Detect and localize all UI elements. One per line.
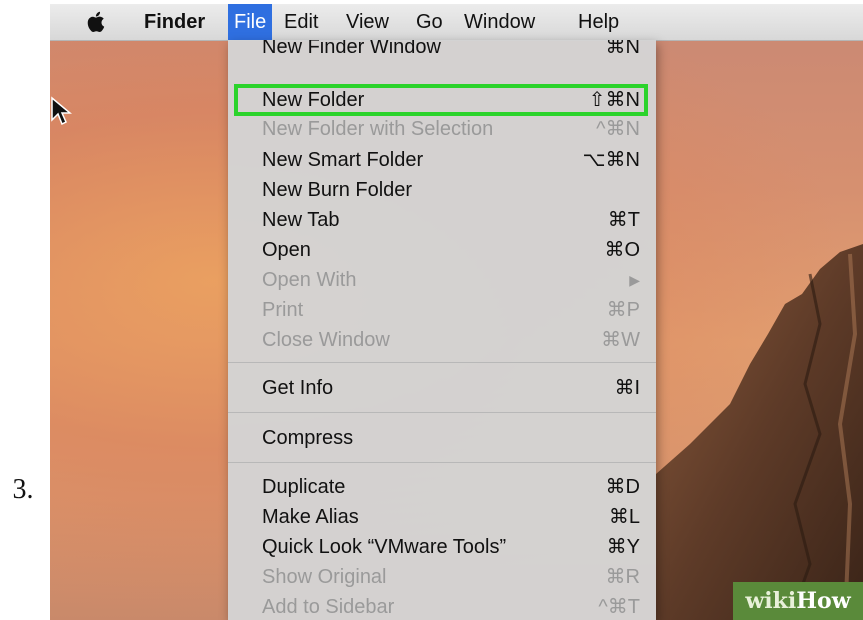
watermark-how-text: How — [796, 588, 851, 614]
watermark-wiki-text: wiki — [745, 588, 797, 614]
menu-item-shortcut: ⌘T — [607, 209, 640, 231]
menu-item-shortcut: ⌥⌘N — [582, 149, 641, 171]
wikihow-watermark: wikiHow — [733, 582, 863, 620]
menu-item-label: Quick Look “VMware Tools” — [262, 536, 507, 558]
menu-item-open-with: Open With ▶ — [228, 265, 656, 295]
menu-item-label: New Burn Folder — [262, 179, 413, 201]
menu-item-shortcut: ^⌘T — [598, 596, 640, 618]
menu-item-label: Make Alias — [262, 506, 359, 528]
menu-item-label: New Smart Folder — [262, 149, 424, 171]
menu-item-new-smart-folder[interactable]: New Smart Folder ⌥⌘N — [228, 145, 656, 175]
menu-item-label: Get Info — [262, 377, 334, 399]
mouse-pointer-icon — [51, 96, 72, 126]
menu-item-label: Add to Sidebar — [262, 596, 395, 618]
menu-item-label: Open With — [262, 269, 357, 291]
menu-separator — [228, 412, 656, 413]
menu-item-shortcut: ⌘P — [606, 299, 640, 321]
menu-item-compress[interactable]: Compress — [228, 423, 656, 453]
menu-item-label: Print — [262, 299, 304, 321]
menu-item-new-folder[interactable]: New Folder ⇧⌘N — [228, 85, 656, 115]
menu-item-shortcut: ⇧⌘N — [588, 89, 640, 111]
menu-item-new-folder-with-selection: New Folder with Selection ^⌘N — [228, 118, 656, 138]
menu-separator — [228, 362, 656, 363]
menu-item-label: Show Original — [262, 566, 387, 588]
menu-item-shortcut: ⌘Y — [606, 536, 640, 558]
menu-item-new-finder-window[interactable]: New Finder Window ⌘N — [228, 40, 656, 62]
menu-item-quick-look[interactable]: Quick Look “VMware Tools” ⌘Y — [228, 532, 656, 562]
menu-item-print: Print ⌘P — [228, 295, 656, 325]
file-menu-dropdown: New Finder Window ⌘N New Folder ⇧⌘N New … — [228, 40, 656, 620]
menu-item-label: New Finder Window — [262, 40, 441, 58]
menu-item-shortcut: ⌘R — [605, 566, 640, 588]
menu-window[interactable]: Window — [458, 4, 541, 40]
menu-item-label: Open — [262, 239, 311, 261]
menu-item-duplicate[interactable]: Duplicate ⌘D — [228, 472, 656, 502]
menu-separator — [228, 462, 656, 463]
menu-item-label: New Tab — [262, 209, 340, 231]
menu-item-label: New Folder with Selection — [262, 118, 494, 138]
menu-go[interactable]: Go — [410, 4, 449, 40]
menu-help[interactable]: Help — [572, 4, 625, 40]
mac-desktop: Finder File Edit View Go Window Help New… — [50, 4, 863, 620]
menu-finder[interactable]: Finder — [138, 4, 211, 40]
menu-edit[interactable]: Edit — [278, 4, 324, 40]
menu-item-show-original: Show Original ⌘R — [228, 562, 656, 592]
menu-item-shortcut: ⌘I — [614, 377, 640, 399]
submenu-arrow-icon: ▶ — [629, 272, 640, 288]
menu-file[interactable]: File — [228, 4, 273, 40]
menu-item-close-window: Close Window ⌘W — [228, 325, 656, 355]
menu-view[interactable]: View — [340, 4, 395, 40]
menu-item-label: New Folder — [262, 89, 365, 111]
menu-item-new-burn-folder[interactable]: New Burn Folder — [228, 175, 656, 205]
menu-item-label: Compress — [262, 427, 354, 449]
menu-item-open[interactable]: Open ⌘O — [228, 235, 656, 265]
menu-bar: Finder File Edit View Go Window Help — [50, 4, 863, 41]
menu-item-shortcut: ^⌘N — [596, 118, 640, 138]
menu-item-shortcut: ⌘L — [608, 506, 640, 528]
menu-item-shortcut: ⌘O — [604, 239, 640, 261]
menu-item-new-tab[interactable]: New Tab ⌘T — [228, 205, 656, 235]
menu-item-shortcut: ⌘N — [605, 40, 640, 58]
menu-item-label: Close Window — [262, 329, 390, 351]
apple-icon[interactable] — [86, 10, 108, 34]
menu-item-make-alias[interactable]: Make Alias ⌘L — [228, 502, 656, 532]
menu-item-label: Duplicate — [262, 476, 346, 498]
menu-item-add-to-sidebar: Add to Sidebar ^⌘T — [228, 592, 656, 620]
menu-item-shortcut: ⌘W — [601, 329, 640, 351]
menu-item-shortcut: ⌘D — [605, 476, 640, 498]
menu-item-get-info[interactable]: Get Info ⌘I — [228, 373, 656, 403]
step-number: 3. — [12, 474, 34, 505]
